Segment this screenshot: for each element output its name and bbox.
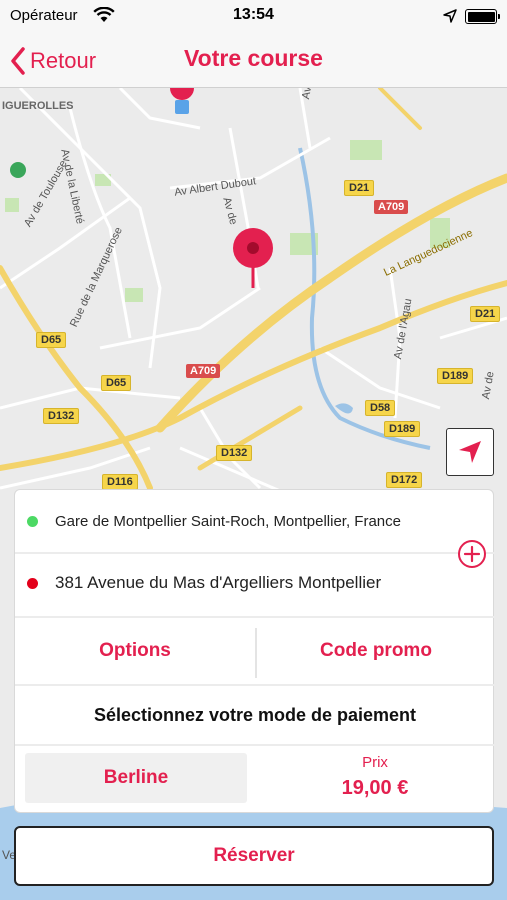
road-shield: D172 xyxy=(386,472,423,488)
price-box: Prix 19,00 € xyxy=(265,748,485,808)
battery-icon xyxy=(465,9,500,24)
status-bar: Opérateur 13:54 xyxy=(0,0,507,34)
divider xyxy=(15,744,495,746)
options-button[interactable]: Options xyxy=(15,618,255,684)
vehicle-type-button[interactable]: Berline xyxy=(25,753,247,803)
clock: 13:54 xyxy=(233,6,274,23)
road-shield: D189 xyxy=(384,421,421,437)
road-shield: D21 xyxy=(470,306,501,322)
road-shield: D58 xyxy=(365,400,396,416)
navigation-arrow-icon xyxy=(459,441,481,463)
payment-method-button[interactable]: Sélectionnez votre mode de paiement xyxy=(15,686,495,744)
page-title: Votre course xyxy=(184,45,323,71)
road-shield: D132 xyxy=(216,445,253,461)
road-shield: D21 xyxy=(344,180,375,196)
trip-card: Gare de Montpellier Saint-Roch, Montpell… xyxy=(14,489,495,813)
price-value: 19,00 € xyxy=(341,777,409,799)
road-shield: D65 xyxy=(101,375,132,391)
map-label: IGUEROLLES xyxy=(2,100,74,112)
pickup-address: Gare de Montpellier Saint-Roch, Montpell… xyxy=(55,512,401,530)
dropoff-dot-icon xyxy=(27,577,38,589)
destination-pin-icon xyxy=(233,228,273,288)
options-row: Options Code promo xyxy=(15,618,495,684)
poi-marker-icon xyxy=(10,162,26,178)
plus-icon xyxy=(463,545,481,563)
dropoff-address: 381 Avenue du Mas d'Argelliers Montpelli… xyxy=(55,573,382,592)
location-arrow-icon xyxy=(443,9,457,23)
road-shield: A709 xyxy=(186,364,221,378)
dropoff-field[interactable]: 381 Avenue du Mas d'Argelliers Montpelli… xyxy=(15,552,495,614)
pickup-field[interactable]: Gare de Montpellier Saint-Roch, Montpell… xyxy=(15,490,495,552)
recenter-button[interactable] xyxy=(446,428,494,476)
price-label: Prix xyxy=(362,754,388,771)
pickup-dot-icon xyxy=(27,515,38,527)
promo-code-button[interactable]: Code promo xyxy=(257,618,495,684)
station-marker-icon xyxy=(170,88,194,114)
reserve-button[interactable]: Réserver xyxy=(14,826,494,886)
road-shield: D189 xyxy=(437,368,474,384)
road-shield: D65 xyxy=(36,332,67,348)
road-shield: D116 xyxy=(102,474,138,490)
nav-bar: Retour Votre course xyxy=(0,34,507,88)
road-shield: D132 xyxy=(43,408,80,424)
road-shield: A709 xyxy=(374,200,409,214)
add-stop-button[interactable] xyxy=(458,540,486,568)
